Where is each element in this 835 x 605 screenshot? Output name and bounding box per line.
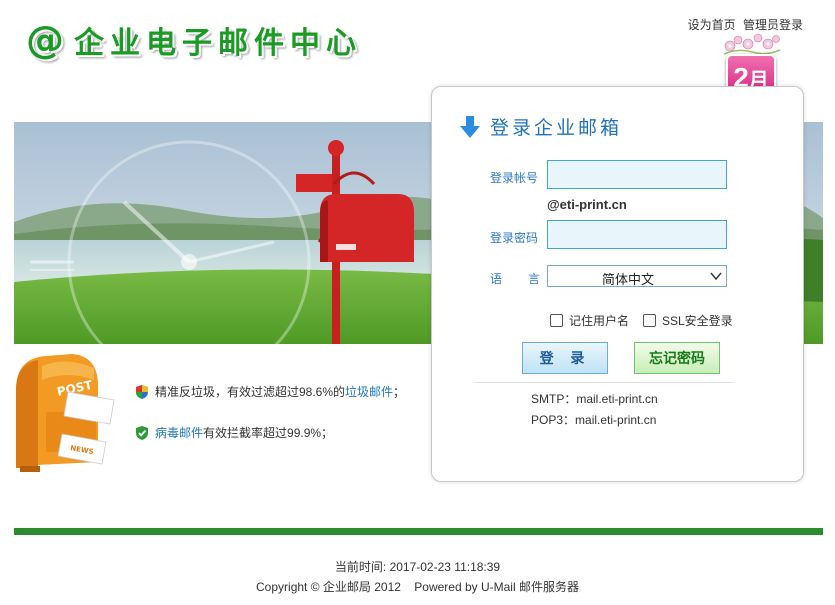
language-label-char-1: 语 xyxy=(490,272,503,286)
shield-icon xyxy=(136,384,148,399)
current-time-value: 2017-02-23 11:18:39 xyxy=(389,560,501,574)
login-button[interactable]: 登 录 xyxy=(522,342,608,374)
domain-suffix: @eti-print.cn xyxy=(547,197,627,212)
shield-check-icon xyxy=(136,425,148,440)
login-title-text: 登录企业邮箱 xyxy=(490,117,623,139)
ssl-login-label: SSL安全登录 xyxy=(662,314,733,328)
language-selected-value: 简体中文 xyxy=(601,272,654,287)
feature-anti-spam-suffix: ； xyxy=(393,385,406,399)
footer-divider-bar xyxy=(14,528,823,535)
login-title: 登录企业邮箱 xyxy=(460,113,622,140)
remember-username-option[interactable]: 记住用户名 xyxy=(550,312,629,329)
feature-anti-virus-text: 有效拦截率超过99.9%； xyxy=(203,426,334,440)
feature-anti-virus: 病毒邮件 有效拦截率超过99.9%； xyxy=(134,424,333,441)
forgot-password-button[interactable]: 忘记密码 xyxy=(634,342,720,374)
smtp-label: SMTP： xyxy=(531,392,577,406)
language-select[interactable]: 简体中文 xyxy=(547,265,727,287)
spam-mail-link[interactable]: 垃圾邮件 xyxy=(345,383,393,400)
ssl-login-checkbox[interactable] xyxy=(643,314,656,327)
copyright-text: Copyright © 企业邮局 2012 xyxy=(256,580,401,594)
pop3-value: mail.eti-print.cn xyxy=(575,413,657,427)
language-label-char-2: 言 xyxy=(528,272,541,286)
account-label: 登录帐号 xyxy=(490,171,539,185)
mailbox-illustration: POST NEWS xyxy=(16,354,115,472)
smtp-value: mail.eti-print.cn xyxy=(576,392,658,406)
login-divider xyxy=(474,382,734,383)
logo-at-symbol: @ xyxy=(26,18,64,62)
feature-anti-spam-text: 精准反垃圾，有效过滤超过98.6%的 xyxy=(155,385,346,399)
login-panel: 登录企业邮箱 登录帐号 @eti-print.cn 登录密码 语 言 简体中文 … xyxy=(431,86,804,482)
current-time-label: 当前时间: xyxy=(334,560,387,574)
copyright-line: Copyright © 企业邮局 2012 Powered by U-Mail … xyxy=(0,578,835,595)
logo-title: 企业电子邮件中心 xyxy=(74,26,362,61)
account-input[interactable] xyxy=(547,160,727,189)
powered-by-text: Powered by U-Mail 邮件服务器 xyxy=(414,580,579,594)
current-time: 当前时间: 2017-02-23 11:18:39 xyxy=(0,558,835,575)
password-input[interactable] xyxy=(547,220,727,249)
pop3-label: POP3： xyxy=(531,413,576,427)
password-label: 登录密码 xyxy=(490,231,539,245)
virus-mail-link[interactable]: 病毒邮件 xyxy=(155,424,203,441)
feature-anti-spam: 精准反垃圾，有效过滤超过98.6%的 垃圾邮件； xyxy=(134,383,405,400)
remember-username-label: 记住用户名 xyxy=(569,314,630,328)
ssl-login-option[interactable]: SSL安全登录 xyxy=(643,312,733,329)
remember-username-checkbox[interactable] xyxy=(550,314,563,327)
arrow-down-icon xyxy=(460,115,480,138)
chevron-down-icon xyxy=(710,272,722,281)
logo: @ 企业电子邮件中心 xyxy=(26,18,362,62)
pop3-line: POP3：mail.eti-print.cn xyxy=(531,411,656,428)
smtp-line: SMTP：mail.eti-print.cn xyxy=(531,390,658,407)
